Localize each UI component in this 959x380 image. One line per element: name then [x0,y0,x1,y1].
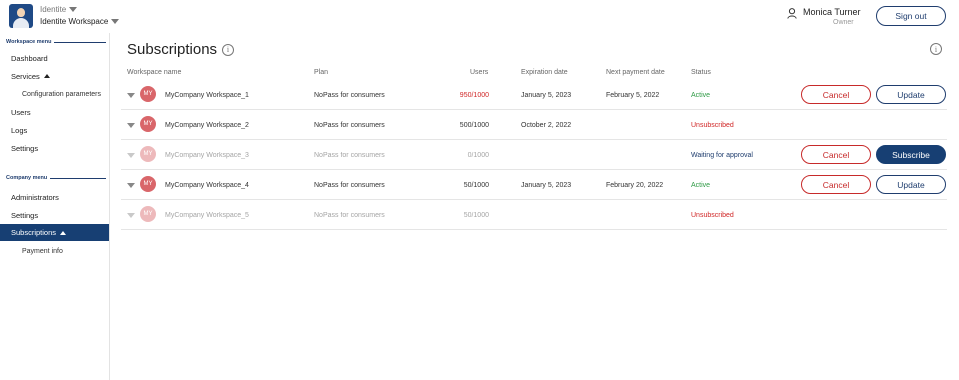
next-payment-cell: February 5, 2022 [606,91,660,99]
workspace-menu-label: Workspace menu [6,39,52,45]
workspace-name-cell: MyCompany Workspace_4 [165,181,249,189]
chevron-down-icon [69,7,78,12]
expiration-cell: January 5, 2023 [521,91,572,99]
sidebar-item-label: Dashboard [11,53,48,63]
sidebar-item-administrators[interactable]: Administrators [0,189,109,205]
column-header-users[interactable]: Users [470,69,488,76]
sidebar-item-label: Payment info [22,247,63,255]
column-header-status[interactable]: Status [691,69,711,76]
sidebar-item-payment-info[interactable]: Payment info [0,243,109,259]
sidebar: Workspace menu Dashboard Services Config… [0,33,110,380]
users-cell: 0/1000 [467,151,489,159]
plan-cell: NoPass for consumers [314,151,385,159]
sidebar-item-workspace-settings[interactable]: Settings [0,140,109,156]
avatar: MY [140,146,156,162]
user-role: Owner [833,19,854,26]
identite-logo[interactable] [9,4,33,28]
page-title-text: Subscriptions [127,41,218,58]
column-header-next-payment[interactable]: Next payment date [606,69,665,76]
avatar: MY [140,206,156,222]
sidebar-item-subscriptions[interactable]: Subscriptions [0,224,109,241]
column-header-plan[interactable]: Plan [314,69,328,76]
expiration-cell: January 5, 2023 [521,181,572,189]
sidebar-item-company-settings[interactable]: Settings [0,207,109,223]
company-menu-label: Company menu [6,175,48,181]
sign-out-button[interactable]: Sign out [876,6,946,26]
update-button[interactable]: Update [876,85,946,104]
company-menu-heading: Company menu [6,175,106,181]
status-badge: Active [691,181,711,189]
plan-cell: NoPass for consumers [314,181,385,189]
table-row[interactable]: MY MyCompany Workspace_1 NoPass for cons… [121,80,947,110]
sidebar-item-label: Settings [11,143,39,153]
plan-cell: NoPass for consumers [314,211,385,219]
expiration-cell: October 2, 2022 [521,121,572,129]
cancel-button[interactable]: Cancel [801,85,871,104]
workspace-switcher[interactable]: Identite Workspace [40,17,120,26]
sidebar-item-label: Administrators [11,192,59,202]
sidebar-item-label: Logs [11,125,28,135]
help-info-icon[interactable]: i [930,43,942,55]
expand-row-icon[interactable] [127,213,135,218]
sidebar-item-services[interactable]: Services [0,68,109,84]
workspace-name-cell: MyCompany Workspace_2 [165,121,249,129]
chevron-up-icon [60,230,67,235]
status-badge: Active [691,91,711,99]
column-header-expiration[interactable]: Expiration date [521,69,568,76]
info-icon[interactable]: i [222,43,235,56]
avatar: MY [140,116,156,132]
users-cell: 500/1000 [459,121,489,129]
avatar: MY [140,176,156,192]
user-name: Monica Turner [803,7,861,17]
cancel-button[interactable]: Cancel [801,145,871,164]
app-name: Identite [40,5,67,14]
plan-cell: NoPass for consumers [314,121,385,129]
chevron-up-icon [43,74,50,78]
cancel-button[interactable]: Cancel [801,175,871,194]
users-cell: 950/1000 [459,91,489,99]
chevron-down-icon [111,19,120,24]
sidebar-item-dashboard[interactable]: Dashboard [0,50,109,66]
avatar: MY [140,86,156,102]
workspace-name-cell: MyCompany Workspace_5 [165,211,249,219]
sidebar-item-label: Services [11,71,40,81]
expand-row-icon[interactable] [127,183,135,188]
column-header-workspace[interactable]: Workspace name [127,69,181,76]
workspace-menu-heading: Workspace menu [6,39,106,45]
table-row[interactable]: MY MyCompany Workspace_4 NoPass for cons… [121,170,947,200]
status-badge: Unsubscribed [691,211,734,219]
workspace-name-cell: MyCompany Workspace_1 [165,91,249,99]
status-badge: Unsubscribed [691,121,734,129]
expand-row-icon[interactable] [127,123,135,128]
sidebar-item-logs[interactable]: Logs [0,122,109,138]
sidebar-item-label: Configuration parameters [22,90,101,98]
status-badge: Waiting for approval [691,151,753,159]
sidebar-item-label: Subscriptions [11,228,57,237]
divider [50,177,106,179]
sidebar-item-label: Settings [11,210,39,220]
divider [54,41,106,43]
next-payment-cell: February 20, 2022 [606,181,664,189]
expand-row-icon[interactable] [127,93,135,98]
sidebar-item-label: Users [11,107,31,117]
top-bar: Identite Identite Workspace Monica Turne… [0,0,959,33]
update-button[interactable]: Update [876,175,946,194]
expand-row-icon[interactable] [127,153,135,158]
sidebar-item-users[interactable]: Users [0,104,109,120]
page-title: Subscriptions i [127,41,235,58]
table-row[interactable]: MY MyCompany Workspace_3 NoPass for cons… [121,140,947,170]
plan-cell: NoPass for consumers [314,91,385,99]
users-cell: 50/1000 [463,181,489,189]
workspace-name-cell: MyCompany Workspace_3 [165,151,249,159]
app-switcher[interactable]: Identite [40,5,78,14]
table-row[interactable]: MY MyCompany Workspace_2 NoPass for cons… [121,110,947,140]
user-icon [787,8,797,19]
table-row[interactable]: MY MyCompany Workspace_5 NoPass for cons… [121,200,947,230]
workspace-name: Identite Workspace [40,17,109,26]
sidebar-item-configuration-parameters[interactable]: Configuration parameters [0,86,109,102]
subscribe-button[interactable]: Subscribe [876,145,946,164]
users-cell: 50/1000 [463,211,489,219]
